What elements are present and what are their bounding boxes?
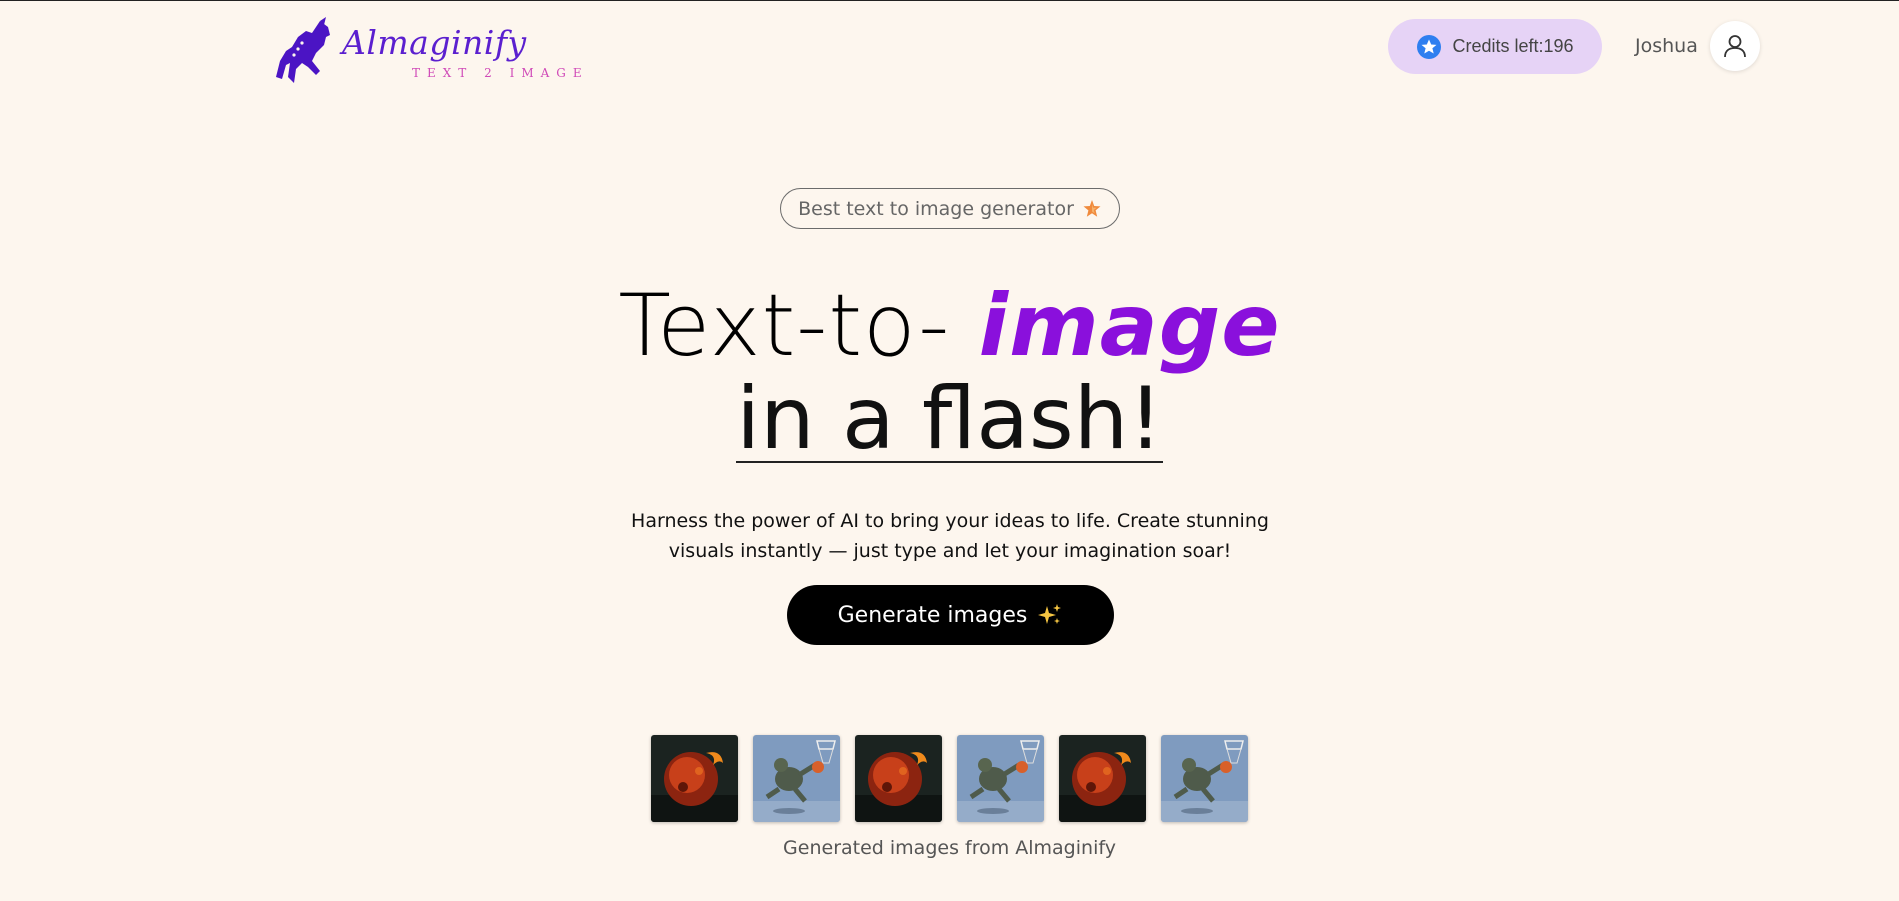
generated-images-gallery: [651, 735, 1248, 822]
username: Joshua: [1635, 35, 1698, 57]
generate-images-button[interactable]: Generate images: [787, 585, 1114, 645]
flaming-planet-image-icon: [651, 735, 738, 822]
sparkles-icon: [1038, 604, 1062, 624]
flaming-planet-image-icon: [1059, 735, 1146, 822]
headline-line-1: Text-to- image: [0, 283, 1899, 369]
flaming-planet-image-icon: [855, 735, 942, 822]
sparkle-star-icon: [1083, 199, 1101, 217]
gallery-image[interactable]: [753, 735, 840, 822]
dunking-creature-image-icon: [1161, 735, 1248, 822]
hero-description: Harness the power of AI to bring your id…: [631, 510, 1269, 562]
user-icon: [1724, 35, 1746, 58]
headline-part-1: Text-to-: [618, 276, 979, 376]
unicorn-logo-icon: [276, 17, 330, 83]
gallery-image[interactable]: [855, 735, 942, 822]
headline-line-2-text: in a flash!: [736, 369, 1163, 469]
gallery-image[interactable]: [1059, 735, 1146, 822]
gallery-caption: Generated images from Almaginify: [783, 837, 1116, 859]
user-avatar-button[interactable]: [1710, 21, 1760, 71]
gallery-image[interactable]: [651, 735, 738, 822]
headline-accent: image: [978, 276, 1281, 376]
credits-button[interactable]: Credits left:196: [1388, 19, 1602, 74]
gallery-image[interactable]: [957, 735, 1044, 822]
dunking-creature-image-icon: [753, 735, 840, 822]
badge-text: Best text to image generator: [798, 197, 1074, 220]
star-icon: [1417, 34, 1442, 59]
hero-badge: Best text to image generator: [780, 188, 1120, 229]
logo-name: Almaginify: [342, 22, 527, 62]
logo[interactable]: Almaginify TEXT 2 IMAGE: [272, 17, 589, 87]
credits-label: Credits left:196: [1452, 36, 1574, 56]
headline-line-2: in a flash!: [0, 369, 1899, 469]
logo-tagline: TEXT 2 IMAGE: [412, 65, 589, 80]
gallery-image[interactable]: [1161, 735, 1248, 822]
generate-images-label: Generate images: [837, 602, 1028, 628]
dunking-creature-image-icon: [957, 735, 1044, 822]
